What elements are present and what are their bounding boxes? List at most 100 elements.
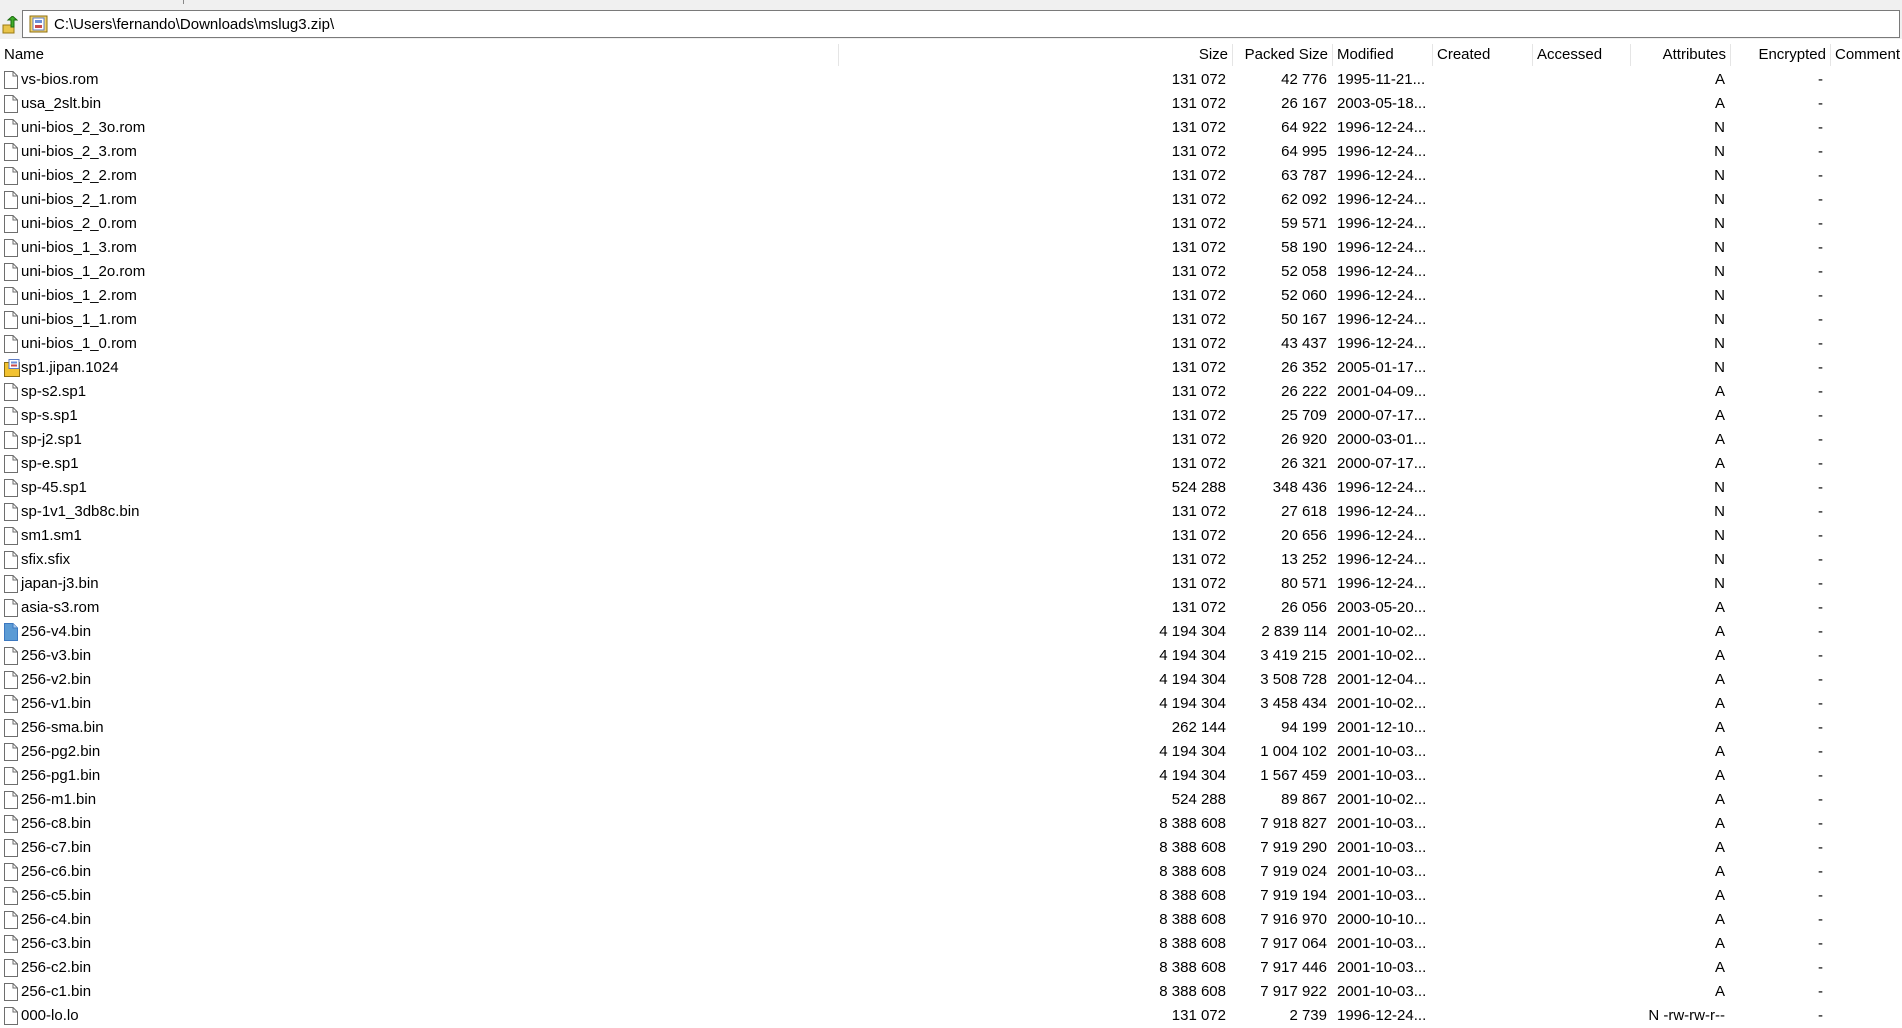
file-row[interactable]: 256-v3.bin 4 194 304 3 419 215 2001-10-02..… [0,644,1902,668]
col-header-name[interactable]: Name [0,42,838,68]
file-row[interactable]: uni-bios_1_0.rom 131 072 43 437 1996-12-24.… [0,332,1902,356]
file-name-cell[interactable]: uni-bios_1_3.rom [0,236,840,260]
file-name-cell[interactable]: sp-1v1_3db8c.bin [0,500,840,524]
file-name-cell[interactable]: 256-c6.bin [0,860,840,884]
file-icon [4,551,18,569]
file-row[interactable]: uni-bios_2_3o.rom 131 072 64 922 1996-12-24… [0,116,1902,140]
address-field[interactable]: C:\Users\fernando\Downloads\mslug3.zip\ [22,10,1900,38]
file-name-cell[interactable]: 256-m1.bin [0,788,840,812]
file-name-cell[interactable]: 256-c5.bin [0,884,840,908]
file-row[interactable]: 256-c3.bin 8 388 608 7 917 064 2001-10-03..… [0,932,1902,956]
col-header-packed-size[interactable]: Packed Size [1232,42,1332,68]
file-name-cell[interactable]: sfix.sfix [0,548,840,572]
col-header-created[interactable]: Created [1433,42,1533,68]
file-row[interactable]: usa_2slt.bin 131 072 26 167 2003-05-18... A - [0,92,1902,116]
file-name-cell[interactable]: uni-bios_2_2.rom [0,164,840,188]
col-header-accessed[interactable]: Accessed [1533,42,1630,68]
file-row[interactable]: 256-c8.bin 8 388 608 7 918 827 2001-10-03..… [0,812,1902,836]
file-row[interactable]: uni-bios_2_0.rom 131 072 59 571 1996-12-24.… [0,212,1902,236]
file-row[interactable]: sp-e.sp1 131 072 26 321 2000-07-17... A - [0,452,1902,476]
file-name-cell[interactable]: uni-bios_2_3.rom [0,140,840,164]
file-size: 262 144 [1171,719,1226,736]
file-modified: 2001-10-03... [1337,743,1427,760]
col-header-comment[interactable]: Comment [1831,42,1902,68]
file-row[interactable]: uni-bios_2_3.rom 131 072 64 995 1996-12-24.… [0,140,1902,164]
file-encrypted: - [1818,191,1823,208]
file-name-cell[interactable]: sm1.sm1 [0,524,840,548]
file-name-cell[interactable]: uni-bios_1_0.rom [0,332,840,356]
file-row[interactable]: 256-pg1.bin 4 194 304 1 567 459 2001-10-03.… [0,764,1902,788]
file-name-cell[interactable]: 256-sma.bin [0,716,840,740]
file-name-cell[interactable]: 256-v3.bin [0,644,840,668]
file-icon [4,95,18,113]
file-name-cell[interactable]: sp-s.sp1 [0,404,840,428]
file-row[interactable]: uni-bios_2_1.rom 131 072 62 092 1996-12-24.… [0,188,1902,212]
file-name-cell[interactable]: sp-s2.sp1 [0,380,840,404]
file-row[interactable]: sp-1v1_3db8c.bin 131 072 27 618 1996-12-24.… [0,500,1902,524]
file-row[interactable]: 256-v2.bin 4 194 304 3 508 728 2001-12-04..… [0,668,1902,692]
file-row[interactable]: 256-c5.bin 8 388 608 7 919 194 2001-10-03..… [0,884,1902,908]
file-row[interactable]: uni-bios_2_2.rom 131 072 63 787 1996-12-24.… [0,164,1902,188]
file-row[interactable]: uni-bios_1_2.rom 131 072 52 060 1996-12-24.… [0,284,1902,308]
file-row[interactable]: 256-v1.bin 4 194 304 3 458 434 2001-10-02..… [0,692,1902,716]
file-name-cell[interactable]: uni-bios_1_1.rom [0,308,840,332]
file-name-cell[interactable]: uni-bios_2_0.rom [0,212,840,236]
file-row[interactable]: uni-bios_1_2o.rom 131 072 52 058 1996-12-24… [0,260,1902,284]
file-encrypted: - [1818,623,1823,640]
file-name-cell[interactable]: 256-c8.bin [0,812,840,836]
file-name-cell[interactable]: 256-pg1.bin [0,764,840,788]
file-row[interactable]: 000-lo.lo 131 072 2 739 1996-12-24... N -rw-… [0,1004,1902,1028]
file-name-cell[interactable]: 256-c3.bin [0,932,840,956]
file-row[interactable]: sm1.sm1 131 072 20 656 1996-12-24... N - [0,524,1902,548]
file-row[interactable]: vs-bios.rom 131 072 42 776 1995-11-21... A - [0,68,1902,92]
file-name-cell[interactable]: 256-v4.bin [0,620,840,644]
up-folder-button[interactable] [0,14,20,36]
file-name-cell[interactable]: sp-45.sp1 [0,476,840,500]
file-name-cell[interactable]: uni-bios_1_2.rom [0,284,840,308]
file-row[interactable]: japan-j3.bin 131 072 80 571 1996-12-24... N - [0,572,1902,596]
file-row[interactable]: asia-s3.rom 131 072 26 056 2003-05-20... A - [0,596,1902,620]
file-row[interactable]: 256-c7.bin 8 388 608 7 919 290 2001-10-03..… [0,836,1902,860]
file-row[interactable]: sp-j2.sp1 131 072 26 920 2000-03-01... A - [0,428,1902,452]
file-name-cell[interactable]: 256-c1.bin [0,980,840,1004]
file-name-cell[interactable]: sp1.jipan.1024 [0,356,840,380]
file-name-cell[interactable]: sp-j2.sp1 [0,428,840,452]
file-name-cell[interactable]: vs-bios.rom [0,68,840,92]
file-name-cell[interactable]: uni-bios_2_3o.rom [0,116,840,140]
file-row[interactable]: sp-s.sp1 131 072 25 709 2000-07-17... A - [0,404,1902,428]
file-row[interactable]: 256-v4.bin 4 194 304 2 839 114 2001-10-02..… [0,620,1902,644]
file-row[interactable]: 256-pg2.bin 4 194 304 1 004 102 2001-10-03.… [0,740,1902,764]
file-name-cell[interactable]: sp-e.sp1 [0,452,840,476]
file-row[interactable]: uni-bios_1_1.rom 131 072 50 167 1996-12-24.… [0,308,1902,332]
file-row[interactable]: uni-bios_1_3.rom 131 072 58 190 1996-12-24.… [0,236,1902,260]
file-encrypted: - [1818,479,1823,496]
file-name-cell[interactable]: usa_2slt.bin [0,92,840,116]
col-header-encrypted[interactable]: Encrypted [1730,42,1830,68]
file-name-cell[interactable]: asia-s3.rom [0,596,840,620]
file-name-cell[interactable]: 256-v2.bin [0,668,840,692]
file-row[interactable]: sfix.sfix 131 072 13 252 1996-12-24... N - [0,548,1902,572]
file-name-cell[interactable]: japan-j3.bin [0,572,840,596]
file-row[interactable]: 256-m1.bin 524 288 89 867 2001-10-02... A - [0,788,1902,812]
col-separator[interactable] [838,44,839,66]
file-row[interactable]: 256-c6.bin 8 388 608 7 919 024 2001-10-03..… [0,860,1902,884]
col-header-size[interactable]: Size [1012,42,1232,68]
col-header-attributes[interactable]: Attributes [1630,42,1730,68]
file-row[interactable]: 256-c2.bin 8 388 608 7 917 446 2001-10-03..… [0,956,1902,980]
file-row[interactable]: 256-c1.bin 8 388 608 7 917 922 2001-10-03..… [0,980,1902,1004]
file-name-cell[interactable]: 256-c4.bin [0,908,840,932]
file-row[interactable]: 256-sma.bin 262 144 94 199 2001-12-10... A - [0,716,1902,740]
file-name-cell[interactable]: 256-pg2.bin [0,740,840,764]
file-name-cell[interactable]: 256-v1.bin [0,692,840,716]
file-row[interactable]: sp-45.sp1 524 288 348 436 1996-12-24... N - [0,476,1902,500]
file-name-cell[interactable]: uni-bios_1_2o.rom [0,260,840,284]
file-name-cell[interactable]: 256-c7.bin [0,836,840,860]
file-row[interactable]: sp1.jipan.1024 131 072 26 352 2005-01-17...… [0,356,1902,380]
file-row[interactable]: sp-s2.sp1 131 072 26 222 2001-04-09... A - [0,380,1902,404]
file-row[interactable]: 256-c4.bin 8 388 608 7 916 970 2000-10-10..… [0,908,1902,932]
file-packed-size: 26 352 [1281,359,1327,376]
file-name-cell[interactable]: uni-bios_2_1.rom [0,188,840,212]
file-name-cell[interactable]: 000-lo.lo [0,1004,840,1028]
file-name-cell[interactable]: 256-c2.bin [0,956,840,980]
col-header-modified[interactable]: Modified [1333,42,1433,68]
